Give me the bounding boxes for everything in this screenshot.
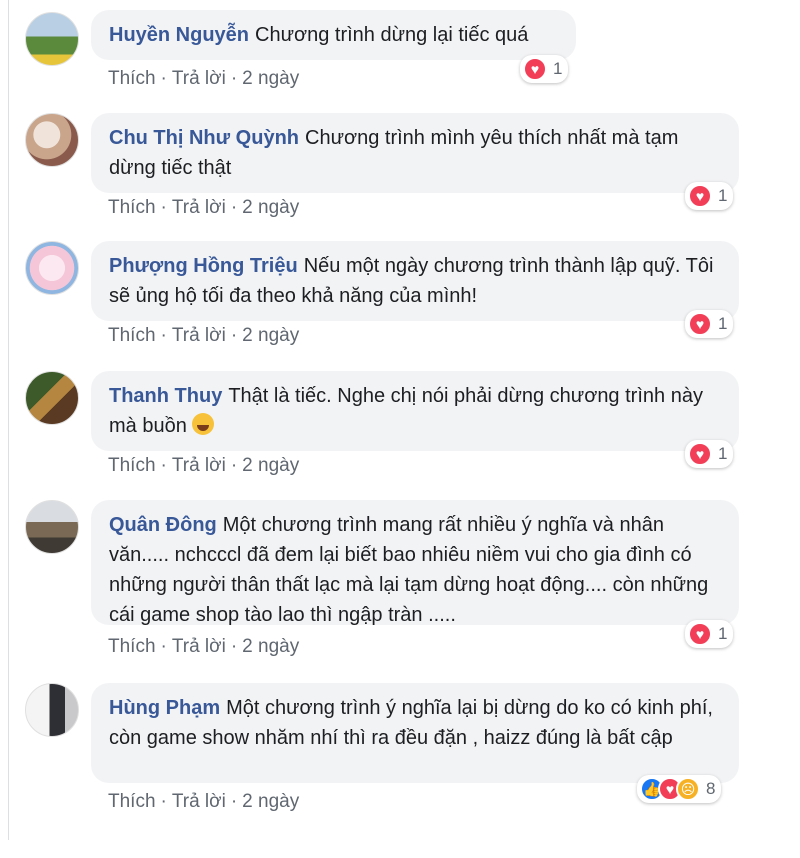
like-link[interactable]: Thích bbox=[108, 791, 156, 812]
heart-icon: ♥ bbox=[688, 442, 712, 466]
comment-bubble: Hùng Phạm Một chương trình ý nghĩa lại bị… bbox=[91, 683, 739, 783]
comment-actions: Thích · Trả lời · 2 ngày bbox=[108, 325, 300, 346]
comment-bubble: Thanh Thuy Thật là tiếc. Nghe chị nói phả… bbox=[91, 371, 739, 451]
reaction-count: 1 bbox=[718, 314, 728, 333]
avatar[interactable] bbox=[25, 113, 79, 167]
reaction-summary[interactable]: ♥ 1 bbox=[685, 182, 734, 210]
comment-author[interactable]: Quân Đông bbox=[109, 514, 217, 536]
avatar[interactable] bbox=[25, 12, 79, 66]
like-link[interactable]: Thích bbox=[108, 68, 156, 89]
comment-text: Chương trình dừng lại tiếc quá bbox=[255, 24, 529, 46]
crying-laughing-emoji bbox=[192, 413, 215, 435]
reaction-count: 1 bbox=[718, 624, 728, 643]
timestamp[interactable]: 2 ngày bbox=[242, 325, 299, 346]
comment-author[interactable]: Hùng Phạm bbox=[109, 697, 220, 719]
heart-icon: ♥ bbox=[688, 312, 712, 336]
timestamp[interactable]: 2 ngày bbox=[242, 636, 299, 657]
like-link[interactable]: Thích bbox=[108, 636, 156, 657]
reply-link[interactable]: Trả lời bbox=[172, 68, 226, 89]
avatar[interactable] bbox=[25, 500, 79, 554]
comment-actions: Thích · Trả lời · 2 ngày bbox=[108, 197, 300, 218]
reaction-summary[interactable]: ♥ 1 bbox=[520, 55, 569, 83]
comment-bubble: Chu Thị Như Quỳnh Chương trình mình yêu t… bbox=[91, 113, 739, 193]
comment-bubble: Phượng Hồng Triệu Nếu một ngày chương trì… bbox=[91, 241, 739, 321]
comment-author[interactable]: Chu Thị Như Quỳnh bbox=[109, 127, 299, 149]
avatar[interactable] bbox=[25, 371, 79, 425]
comment-author[interactable]: Thanh Thuy bbox=[109, 385, 222, 407]
reaction-count: 8 bbox=[706, 779, 716, 798]
sad-face-icon: ☹ bbox=[676, 777, 700, 801]
reply-link[interactable]: Trả lời bbox=[172, 455, 226, 476]
comment-author[interactable]: Phượng Hồng Triệu bbox=[109, 255, 298, 277]
comment-bubble: Quân Đông Một chương trình mang rất nhiều… bbox=[91, 500, 739, 626]
heart-icon: ♥ bbox=[688, 622, 712, 646]
timestamp[interactable]: 2 ngày bbox=[242, 791, 299, 812]
reply-link[interactable]: Trả lời bbox=[172, 197, 226, 218]
reaction-summary[interactable]: ♥ 1 bbox=[685, 620, 734, 648]
comment-actions: Thích · Trả lời · 2 ngày bbox=[108, 455, 300, 476]
reaction-summary[interactable]: ♥ 1 bbox=[685, 440, 734, 468]
comment-actions: Thích · Trả lời · 2 ngày bbox=[108, 791, 300, 812]
left-border bbox=[8, 0, 9, 840]
reaction-summary[interactable]: 👍 ♥ ☹ 8 bbox=[637, 775, 722, 803]
reply-link[interactable]: Trả lời bbox=[172, 325, 226, 346]
reaction-count: 1 bbox=[553, 59, 563, 78]
avatar[interactable] bbox=[25, 241, 79, 295]
reply-link[interactable]: Trả lời bbox=[172, 636, 226, 657]
reaction-count: 1 bbox=[718, 186, 728, 205]
timestamp[interactable]: 2 ngày bbox=[242, 68, 299, 89]
like-link[interactable]: Thích bbox=[108, 197, 156, 218]
avatar[interactable] bbox=[25, 683, 79, 737]
comment-actions: Thích · Trả lời · 2 ngày bbox=[108, 636, 300, 657]
timestamp[interactable]: 2 ngày bbox=[242, 455, 299, 476]
comment-actions: Thích · Trả lời · 2 ngày bbox=[108, 68, 300, 89]
reply-link[interactable]: Trả lời bbox=[172, 791, 226, 812]
timestamp[interactable]: 2 ngày bbox=[242, 197, 299, 218]
comment-bubble: Huyền Nguyễn Chương trình dừng lại tiếc q… bbox=[91, 10, 576, 60]
comment-author[interactable]: Huyền Nguyễn bbox=[109, 24, 249, 46]
reaction-count: 1 bbox=[718, 444, 728, 463]
like-link[interactable]: Thích bbox=[108, 455, 156, 476]
heart-icon: ♥ bbox=[523, 57, 547, 81]
like-link[interactable]: Thích bbox=[108, 325, 156, 346]
reaction-summary[interactable]: ♥ 1 bbox=[685, 310, 734, 338]
heart-icon: ♥ bbox=[688, 184, 712, 208]
